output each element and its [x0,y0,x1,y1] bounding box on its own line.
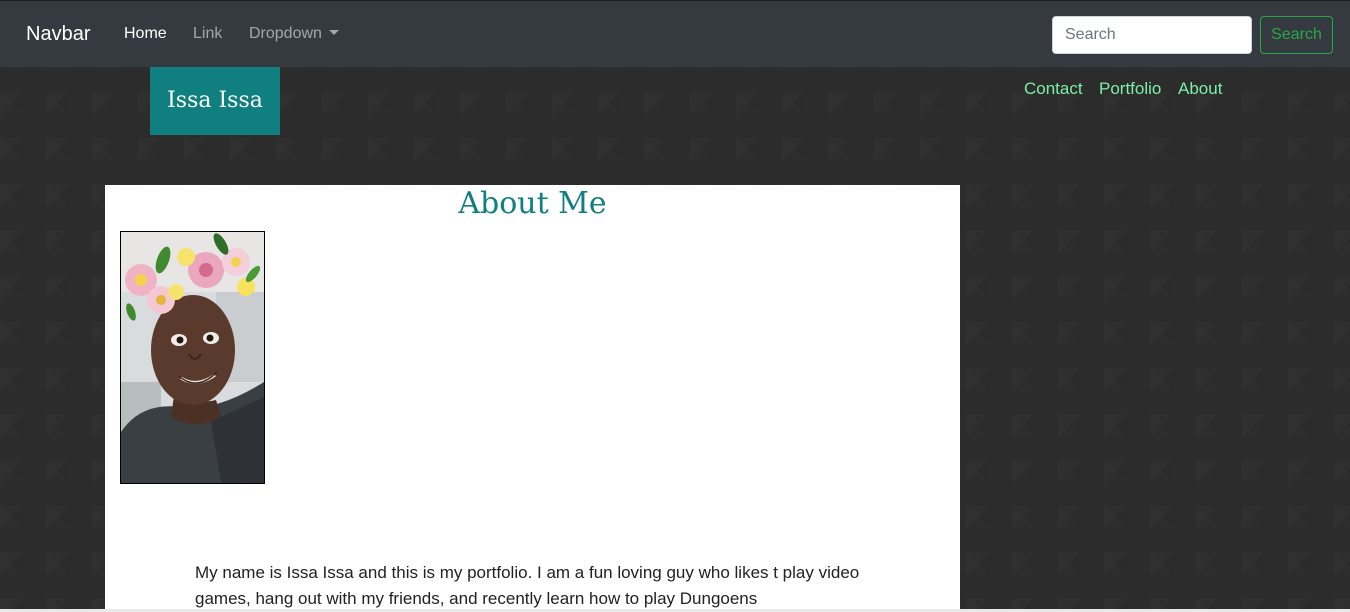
caret-down-icon [328,30,339,35]
search-button[interactable]: Search [1260,16,1333,54]
profile-photo [120,231,265,484]
top-navbar: Navbar Home Link Dropdown Search [0,0,1350,67]
navbar-brand[interactable]: Navbar [26,22,90,46]
profile-photo-illustration [121,232,264,483]
bio-paragraph: My name is Issa Issa and this is my port… [195,563,860,608]
site-logo[interactable]: Issa Issa [150,67,280,135]
about-section: About Me My name is Issa Issa and this i… [105,185,960,612]
nav-item-dropdown[interactable]: Dropdown [249,24,339,44]
site-nav-portfolio[interactable]: Portfolio [1099,79,1161,99]
nav-dropdown-label: Dropdown [249,25,322,42]
nav-item-link[interactable]: Link [193,24,222,44]
search-input[interactable] [1052,16,1252,54]
site-nav-about[interactable]: About [1178,79,1222,99]
nav-item-home[interactable]: Home [124,24,167,44]
site-nav-contact[interactable]: Contact [1024,79,1083,99]
about-title: About Me [458,186,607,221]
